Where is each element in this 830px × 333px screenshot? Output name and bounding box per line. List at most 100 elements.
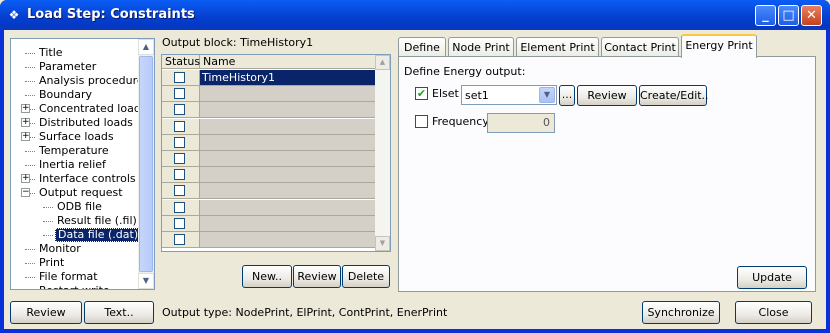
collapse-icon[interactable]: − [21, 188, 30, 197]
tab-element-print[interactable]: Element Print [516, 37, 599, 57]
title-bar[interactable]: ❖ Load Step: Constraints _ □ ✕ [0, 0, 830, 30]
close-window-button[interactable]: ✕ [801, 5, 822, 26]
close-button[interactable]: Close [735, 301, 812, 324]
scroll-up-arrow-icon[interactable]: ▲ [138, 39, 154, 55]
tree-item[interactable]: Boundary [11, 88, 139, 102]
tree-item-label: Print [39, 256, 65, 269]
table-row[interactable] [162, 118, 376, 135]
tree-item[interactable]: − Output request [11, 186, 139, 200]
column-header-name[interactable]: Name [200, 55, 376, 69]
name-cell[interactable]: TimeHistory1 [200, 70, 376, 86]
tree-item[interactable]: Analysis procedure [11, 74, 144, 88]
tree-item-label: Data file (.dat) [55, 228, 142, 242]
expand-icon[interactable]: + [21, 118, 30, 127]
status-cell [162, 118, 200, 135]
table-row[interactable] [162, 167, 376, 184]
table-row[interactable]: TimeHistory1 [162, 70, 376, 86]
synchronize-button[interactable]: Synchronize [642, 301, 720, 324]
status-checkbox[interactable] [174, 234, 185, 245]
expand-icon[interactable]: + [21, 104, 30, 113]
tree-item[interactable]: Inertia relief [11, 158, 139, 172]
table-row[interactable] [162, 151, 376, 167]
table-row[interactable] [162, 134, 376, 151]
status-checkbox[interactable] [174, 88, 185, 100]
tree-item[interactable]: Title [11, 46, 139, 60]
tree-scrollbar[interactable]: ▲ ▼ [138, 39, 154, 289]
tree-item[interactable]: Parameter [11, 60, 139, 74]
status-checkbox[interactable] [174, 136, 185, 148]
elset-checkbox[interactable]: ✔ [415, 87, 428, 100]
status-checkbox[interactable] [174, 185, 185, 197]
table-row[interactable] [162, 199, 376, 216]
tree-connector [43, 235, 53, 236]
tree-connector [25, 81, 35, 82]
delete-block-button[interactable]: Delete [342, 265, 390, 288]
name-cell[interactable] [200, 167, 376, 184]
tree-item[interactable]: Monitor [11, 242, 139, 256]
update-button[interactable]: Update [737, 266, 807, 289]
elset-review-button[interactable]: Review [577, 85, 637, 106]
frequency-checkbox[interactable] [415, 115, 428, 128]
review-block-button[interactable]: Review [293, 265, 341, 288]
chevron-down-icon[interactable]: ▼ [539, 87, 555, 103]
status-cell [162, 199, 200, 216]
tree-item[interactable]: ODB file [11, 200, 139, 214]
tab-energy-print[interactable]: Energy Print [681, 34, 757, 58]
table-row[interactable] [162, 102, 376, 119]
table-scrollbar[interactable]: ▲ ▼ [375, 55, 390, 251]
tree-item[interactable]: Temperature [11, 144, 139, 158]
name-cell[interactable] [200, 102, 376, 119]
maximize-button[interactable]: □ [778, 5, 799, 26]
minimize-button[interactable]: _ [755, 5, 776, 26]
tree-item[interactable]: Result file (.fil) [11, 214, 139, 228]
expand-icon[interactable]: + [21, 174, 30, 183]
scroll-down-arrow-icon[interactable]: ▼ [375, 236, 390, 251]
tree-item[interactable]: Print [11, 256, 139, 270]
tree-item[interactable]: Restart write [11, 284, 139, 289]
tree-review-button[interactable]: Review [10, 301, 82, 324]
name-cell[interactable] [200, 199, 376, 216]
status-checkbox[interactable] [174, 169, 185, 181]
tree-item[interactable]: + Interface controls [11, 172, 139, 186]
step-tree[interactable]: Title Parameter Analysis procedure Boundary… [10, 38, 155, 290]
elset-select[interactable]: set1 ▼ [461, 85, 557, 105]
new-block-button[interactable]: New.. [242, 265, 292, 288]
column-header-status[interactable]: Status [162, 55, 200, 69]
table-row[interactable] [162, 86, 376, 103]
status-checkbox[interactable] [174, 217, 185, 229]
status-checkbox[interactable] [174, 201, 185, 213]
name-cell[interactable] [200, 215, 376, 232]
expand-icon[interactable]: + [21, 132, 30, 141]
table-row[interactable] [162, 232, 376, 248]
name-cell[interactable] [200, 134, 376, 151]
output-block-table[interactable]: Status Name TimeHistory1 ▲ ▼ [161, 54, 391, 252]
tree-item[interactable]: + Distributed loads [11, 116, 139, 130]
tree-connector [43, 207, 53, 208]
tree-item[interactable]: File format [11, 270, 139, 284]
name-cell[interactable] [200, 232, 376, 248]
status-checkbox[interactable] [174, 104, 185, 116]
scroll-down-arrow-icon[interactable]: ▼ [138, 273, 154, 289]
table-row[interactable] [162, 215, 376, 232]
text-button[interactable]: Text.. [84, 301, 154, 324]
tab-define[interactable]: Define [398, 37, 446, 57]
browse-button[interactable]: ... [559, 85, 575, 106]
tree-item[interactable]: + Surface loads [11, 130, 139, 144]
status-checkbox[interactable] [174, 72, 185, 83]
name-cell[interactable] [200, 151, 376, 167]
scroll-up-arrow-icon[interactable]: ▲ [375, 55, 390, 70]
create-edit-button[interactable]: Create/Edit.. [639, 85, 709, 106]
tab-node-print[interactable]: Node Print [448, 37, 514, 57]
tree-item-label: Title [39, 46, 63, 59]
name-cell[interactable] [200, 86, 376, 103]
name-cell[interactable] [200, 183, 376, 200]
tab-contact-print[interactable]: Contact Print [601, 37, 679, 57]
tree-item[interactable]: + Concentrated loads [11, 102, 147, 116]
frequency-field[interactable]: 0 [487, 113, 555, 133]
table-row[interactable] [162, 183, 376, 200]
status-checkbox[interactable] [174, 153, 185, 164]
tree-item[interactable]: Data file (.dat) [11, 228, 142, 242]
name-cell[interactable] [200, 118, 376, 135]
status-checkbox[interactable] [174, 120, 185, 132]
scroll-thumb[interactable] [139, 56, 153, 272]
